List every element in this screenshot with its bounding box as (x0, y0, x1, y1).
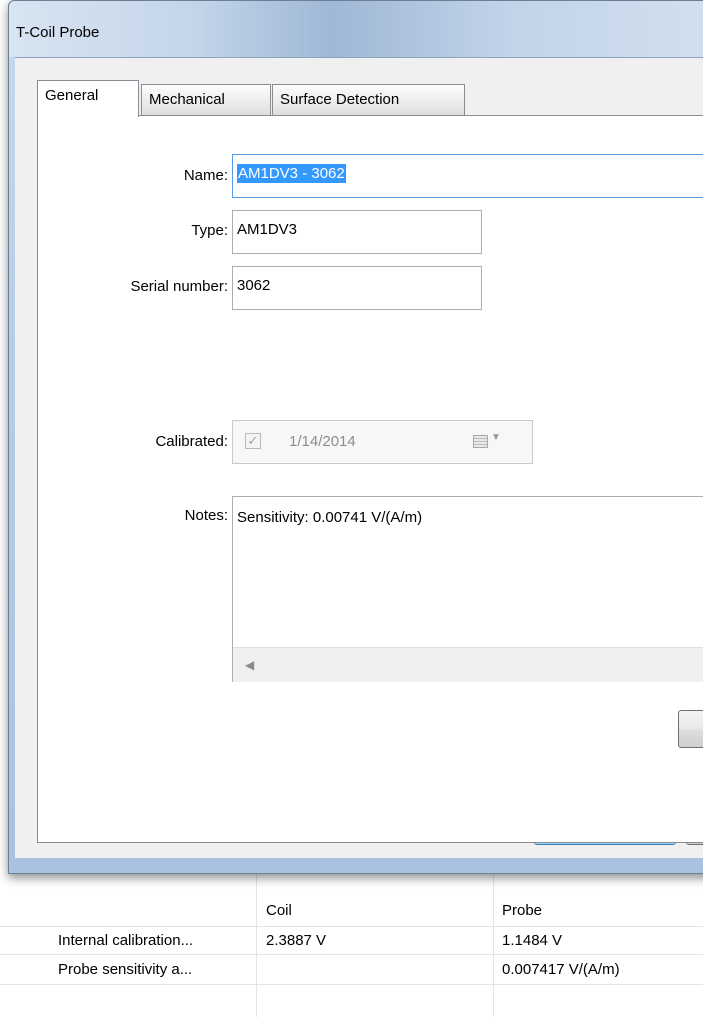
tab-mechanical[interactable]: Mechanical (141, 84, 271, 116)
check-icon[interactable]: ✓ (245, 433, 261, 449)
tab-surface-detection[interactable]: Surface Detection (272, 84, 465, 116)
general-tab-panel: Name: AM1DV3 - 3062 Type: AM1DV3 Serial … (37, 115, 703, 843)
title-bar[interactable]: T-Coil Probe (9, 1, 703, 57)
row-divider (0, 984, 703, 985)
calibrate-button[interactable]: C (678, 710, 703, 748)
type-input[interactable]: AM1DV3 (232, 210, 482, 254)
dialog-title: T-Coil Probe (16, 24, 100, 41)
serial-number-value: 3062 (237, 277, 271, 294)
row-divider (0, 954, 703, 955)
results-table: Coil Probe Internal calibration... 2.388… (0, 872, 703, 1017)
column-header-coil[interactable]: Coil (266, 902, 292, 919)
calibration-date-picker[interactable]: ✓ 1/14/2014 ▼ (232, 420, 533, 464)
column-header-probe[interactable]: Probe (502, 902, 542, 919)
header-divider (0, 926, 703, 927)
tab-label: Mechanical (149, 91, 225, 108)
row-probe-value: 0.007417 V/(A/m) (502, 961, 620, 978)
t-coil-probe-dialog: T-Coil Probe General Mechanical Surface … (8, 0, 703, 874)
column-divider (493, 872, 494, 1017)
serial-number-input[interactable]: 3062 (232, 266, 482, 310)
row-probe-value: 1.1484 V (502, 932, 563, 949)
notes-label: Notes: (184, 507, 228, 524)
calibration-date-value: 1/14/2014 (289, 433, 356, 450)
name-input[interactable]: AM1DV3 - 3062 (232, 154, 703, 198)
chevron-down-icon[interactable]: ▼ (491, 432, 501, 443)
arrow-left-icon[interactable]: ◀ (245, 658, 254, 672)
tab-general[interactable]: General (37, 80, 139, 117)
name-label: Name: (183, 167, 228, 184)
dialog-client-area: General Mechanical Surface Detection Nam… (15, 57, 703, 858)
notes-textarea[interactable]: Sensitivity: 0.00741 V/(A/m) ◀ (232, 496, 703, 682)
row-coil-value: 2.3887 V (266, 932, 327, 949)
calibrated-label: Calibrated: (155, 433, 228, 450)
notes-value: Sensitivity: 0.00741 V/(A/m) (237, 509, 423, 526)
screen: Coil Probe Internal calibration... 2.388… (0, 0, 703, 1017)
horizontal-scrollbar[interactable]: ◀ (233, 647, 703, 682)
row-label: Internal calibration... (58, 932, 194, 949)
name-value: AM1DV3 - 3062 (237, 164, 346, 183)
tab-label: General (45, 87, 99, 104)
row-label: Probe sensitivity a... (58, 961, 193, 978)
column-divider (256, 872, 257, 1017)
type-label: Type: (191, 222, 228, 239)
serial-number-label: Serial number: (130, 278, 228, 295)
calendar-icon[interactable] (473, 435, 488, 448)
type-value: AM1DV3 (237, 221, 298, 238)
tab-label: Surface Detection (280, 91, 400, 108)
